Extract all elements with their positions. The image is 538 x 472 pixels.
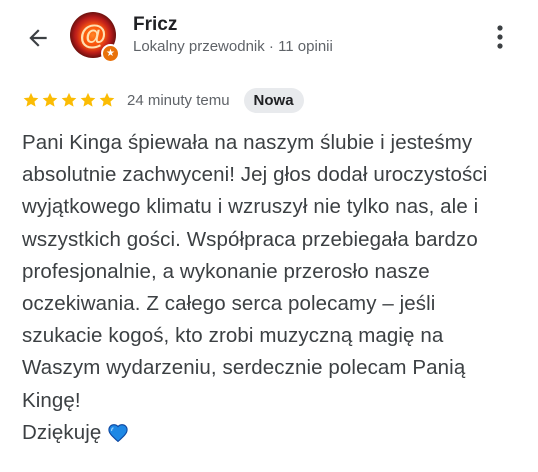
review-line: Pani Kinga śpiewała na naszym ślubie i j… (22, 131, 473, 154)
review-page: @ ★ Fricz Lokalny przewodnik · 11 opinii… (0, 0, 538, 472)
more-options-button[interactable] (488, 20, 512, 54)
avatar[interactable]: @ ★ (70, 12, 120, 63)
review-line: Dziękuję (22, 420, 102, 444)
review-line: Waszym wydarzeniu, serdecznie polecam Pa… (22, 356, 466, 380)
review-line: Kingę! (22, 388, 81, 412)
star-rating (22, 91, 117, 109)
review-line: wszystkich gości. Współpraca przebiegała… (22, 227, 478, 251)
rating-row: 24 minuty temu Nowa (22, 86, 304, 114)
review-header: @ ★ Fricz Lokalny przewodnik · 11 opinii (0, 0, 538, 76)
reviewer-name[interactable]: Fricz (133, 14, 177, 36)
star-icon (42, 92, 58, 107)
reviewer-subtitle: Lokalny przewodnik · 11 opinii (133, 38, 333, 55)
new-badge: Nowa (243, 87, 304, 113)
review-time: 24 minuty temu (127, 91, 230, 109)
review-line: wyjątkowego klimatu i wzruszył nie tylko… (22, 195, 479, 219)
more-vert-icon (497, 25, 503, 49)
star-icon (23, 92, 39, 107)
review-line: absolutnie zachwyceni! Jej głos dodał ur… (22, 163, 488, 187)
review-line: oczekiwania. Z całego serca polecamy – j… (22, 292, 436, 316)
review-line: szukacie kogoś, kto zrobi muzyczną magię… (22, 324, 444, 348)
star-icon (99, 92, 115, 107)
back-button[interactable] (22, 22, 54, 54)
review-line: profesjonalnie, a wykonanie przerosło na… (22, 259, 430, 283)
review-last-line: Dziękuję (22, 417, 527, 452)
star-icon (61, 92, 77, 107)
star-icon (80, 92, 96, 107)
local-guide-badge-icon: ★ (101, 44, 120, 63)
review-text: Pani Kinga śpiewała na naszym ślubie i j… (22, 127, 527, 452)
blue-heart-icon (107, 420, 129, 452)
arrow-left-icon (29, 29, 47, 47)
